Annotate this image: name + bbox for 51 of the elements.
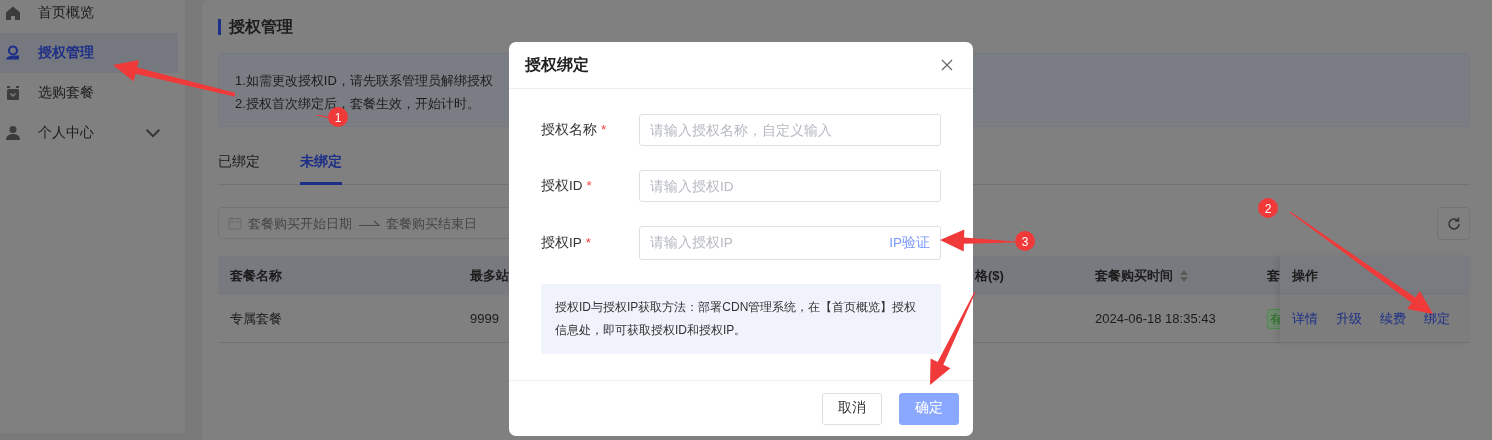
home-icon — [5, 5, 21, 21]
action-link[interactable]: 详情 — [1292, 309, 1318, 329]
title-accent — [218, 19, 221, 35]
sidebar-item[interactable]: 选购套餐 — [0, 73, 178, 113]
field-label: 授权ID — [541, 177, 583, 193]
info-text: 授权ID与授权IP获取方法：部署CDN管理系统，在【首页概览】授权信息处，即可获取授权ID和授权IP。 — [541, 284, 941, 354]
column-header: 套餐购买时间 — [1095, 267, 1173, 285]
action-link[interactable]: 升级 — [1336, 309, 1362, 329]
step-marker: 2 — [1258, 198, 1278, 218]
page-title: 授权管理 — [229, 17, 293, 37]
column-header: 套 — [1267, 267, 1280, 285]
refresh-button[interactable] — [1437, 207, 1470, 241]
sidebar-item[interactable]: 个人中心 — [0, 113, 178, 153]
confirm-button[interactable]: 确定 — [899, 392, 959, 425]
sidebar-item[interactable]: 首页概览 — [0, 0, 178, 33]
close-button[interactable] — [941, 59, 953, 71]
sidebar-item[interactable]: 授权管理 — [0, 33, 178, 73]
tab[interactable]: 已绑定 — [218, 141, 260, 186]
start-date-placeholder: 套餐购买开始日期 — [248, 214, 352, 233]
step-marker: 3 — [1015, 231, 1035, 251]
table-cell-text: 2024-06-18 18:35:43 — [1095, 310, 1216, 328]
dialog-title: 授权绑定 — [525, 55, 589, 75]
column-header: 最多站 — [470, 267, 509, 285]
required-mark: * — [585, 234, 592, 250]
column-header: 格($) — [975, 267, 1004, 285]
sidebar-label: 首页概览 — [38, 3, 94, 22]
cancel-button[interactable]: 取消 — [822, 392, 882, 425]
column-header: 操作 — [1292, 267, 1318, 285]
required-mark: * — [586, 177, 592, 193]
column-header: 套餐名称 — [230, 267, 282, 285]
table-cell-text: 专属套餐 — [230, 310, 282, 328]
end-date-placeholder: 套餐购买结束日 — [386, 214, 477, 233]
verify-link[interactable]: IP验证 — [889, 232, 930, 254]
sidebar-label: 授权管理 — [38, 43, 94, 62]
input-field[interactable]: 请输入授权ID — [639, 170, 941, 202]
bag-icon — [5, 85, 21, 101]
sidebar-label: 个人中心 — [38, 123, 94, 142]
person-icon — [5, 45, 21, 61]
action-link[interactable]: 绑定 — [1424, 309, 1450, 329]
action-link[interactable]: 续费 — [1380, 309, 1406, 329]
sort-icon[interactable] — [1179, 268, 1189, 283]
user-icon — [5, 125, 21, 141]
table-cell-text: 9999 — [470, 310, 499, 328]
field-label: 授权IP — [541, 234, 582, 250]
field-label: 授权名称 — [541, 121, 597, 137]
input-field[interactable]: 请输入授权名称，自定义输入 — [639, 114, 941, 146]
tab[interactable]: 未绑定 — [300, 141, 342, 186]
required-mark: * — [601, 121, 607, 137]
input-field[interactable]: 请输入授权IP IP验证 — [639, 226, 941, 260]
sidebar-label: 选购套餐 — [38, 83, 94, 102]
refresh-icon — [1445, 215, 1462, 232]
